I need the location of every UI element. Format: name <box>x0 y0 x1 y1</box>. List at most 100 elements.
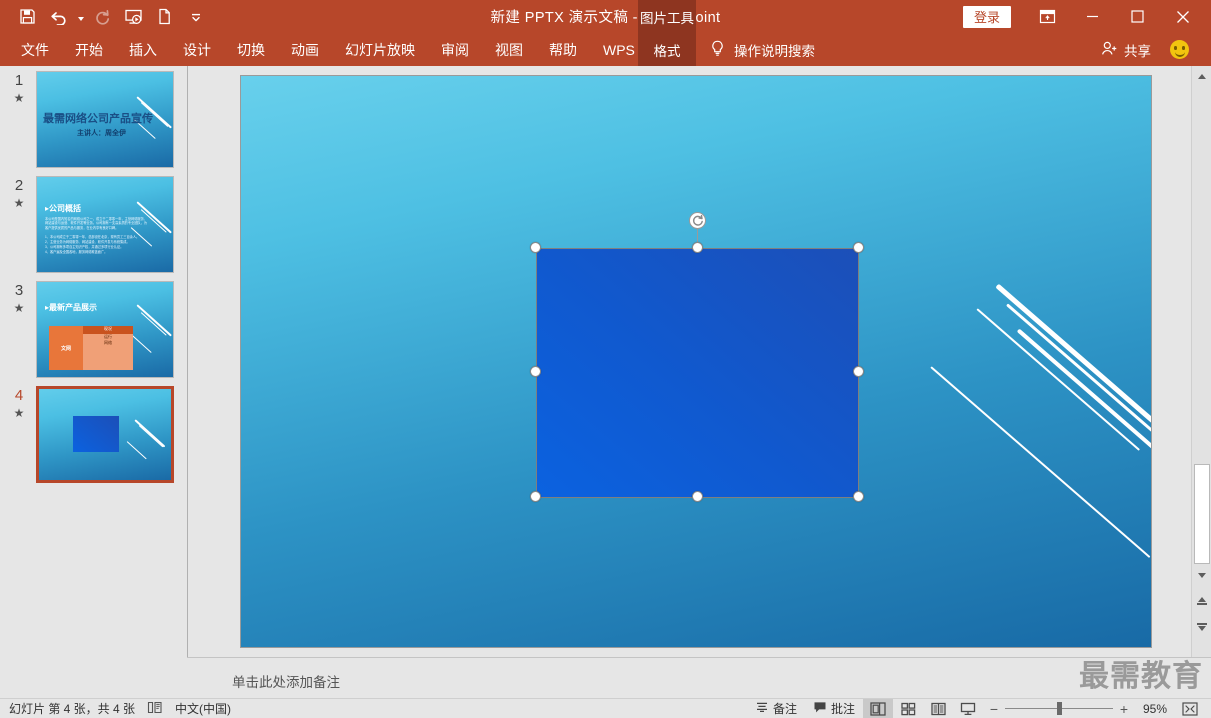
comment-icon <box>813 701 827 716</box>
notes-placeholder: 单击此处添加备注 <box>232 675 340 690</box>
thumbnail-table: 文网 现况 运行 网络 <box>49 326 133 370</box>
vertical-scrollbar[interactable] <box>1191 66 1211 657</box>
resize-handle-top-center[interactable] <box>692 242 703 253</box>
resize-handle-bottom-right[interactable] <box>853 491 864 502</box>
undo-icon[interactable] <box>43 3 74 30</box>
customize-qat-icon[interactable] <box>180 3 211 30</box>
current-slide[interactable] <box>240 75 1152 648</box>
thumbnail-image: ▸最新产品展示 文网 现况 运行 网络 <box>36 281 174 378</box>
zoom-control[interactable]: − + <box>983 699 1135 718</box>
resize-handle-bottom-left[interactable] <box>530 491 541 502</box>
table-header: 现况 <box>83 326 133 334</box>
contextual-tab-group-label: 图片工具 <box>638 0 696 33</box>
powerpoint-window: 新建 PPTX 演示文稿 - PowerPoint 登录 图片工具 文件 开始 … <box>0 0 1211 718</box>
thumbnail-image <box>36 386 174 483</box>
animation-star-icon: ★ <box>13 301 25 315</box>
thumbnail-title: 最需网络公司产品宣传 <box>43 113 153 125</box>
resize-handle-middle-right[interactable] <box>853 366 864 377</box>
scroll-up-button[interactable] <box>1193 67 1211 85</box>
scroll-down-button[interactable] <box>1193 566 1211 584</box>
status-right: 备注 批注 − + 95% <box>747 698 1205 718</box>
thumbnail-slide-2[interactable]: 2 ★ ▸公司概括 本公司是国内知名的网络公司之一，成立于二零零一年，主营网络服… <box>0 175 187 281</box>
thumbnail-number: 1 <box>14 72 24 89</box>
animation-star-icon: ★ <box>13 406 25 420</box>
tab-review[interactable]: 审阅 <box>428 33 482 66</box>
selected-picture[interactable] <box>536 248 859 498</box>
zoom-slider[interactable] <box>1005 699 1113 718</box>
slide-thumbnail-pane[interactable]: 1 ★ 最需网络公司产品宣传 主讲人：周全伊 2 ★ ▸公司概括 本公司是国内知… <box>0 66 187 657</box>
tab-file[interactable]: 文件 <box>8 33 62 66</box>
lightbulb-icon <box>710 40 725 60</box>
resize-handle-top-right[interactable] <box>853 242 864 253</box>
tab-picture-format[interactable]: 格式 <box>638 33 696 66</box>
title-bar: 新建 PPTX 演示文稿 - PowerPoint 登录 图片工具 <box>0 0 1211 33</box>
undo-dropdown-icon[interactable] <box>74 3 87 30</box>
reading-view-button[interactable] <box>923 699 953 718</box>
tab-design[interactable]: 设计 <box>170 33 224 66</box>
quick-access-toolbar <box>12 3 211 30</box>
thumbnail-bullets: 1、本公司成立于二零零一年，总部设在北京，现有员工三百余人。 2、主营业务为网络… <box>45 235 140 254</box>
language-label[interactable]: 中文(中国) <box>175 700 231 717</box>
thumbnail-number: 2 <box>14 177 24 194</box>
tell-me-search[interactable]: 操作说明搜索 <box>710 33 815 66</box>
share-person-icon <box>1101 41 1118 59</box>
next-slide-button[interactable] <box>1193 618 1211 636</box>
table-cell: 运行 网络 <box>83 334 133 370</box>
scrollbar-thumb[interactable] <box>1194 464 1210 564</box>
tab-insert[interactable]: 插入 <box>116 33 170 66</box>
fit-to-window-button[interactable] <box>1175 699 1205 718</box>
sign-in-button[interactable]: 登录 <box>962 5 1011 28</box>
maximize-icon[interactable] <box>1115 2 1160 31</box>
watermark-text: 最需教育 <box>1079 659 1203 694</box>
slide-sorter-view-button[interactable] <box>893 699 923 718</box>
thumbnail-slide-4[interactable]: 4 ★ <box>0 385 187 491</box>
redo-icon <box>87 3 118 30</box>
previous-slide-button[interactable] <box>1193 592 1211 610</box>
tab-transitions[interactable]: 切换 <box>224 33 278 66</box>
tab-slideshow[interactable]: 幻灯片放映 <box>332 33 428 66</box>
zoom-percentage[interactable]: 95% <box>1135 702 1175 716</box>
comments-label: 批注 <box>830 702 855 716</box>
thumbnail-slide-1[interactable]: 1 ★ 最需网络公司产品宣传 主讲人：周全伊 <box>0 70 187 176</box>
thumbnail-picture <box>73 416 119 452</box>
thumbnail-body: 本公司是国内知名的网络公司之一，成立于二零零一年，主营网络服务、网站建设与运营、… <box>45 217 147 230</box>
pane-divider[interactable] <box>187 66 188 657</box>
notes-pane[interactable]: 单击此处添加备注 最需教育 <box>187 657 1211 698</box>
tab-view[interactable]: 视图 <box>482 33 536 66</box>
share-button[interactable]: 共享 <box>1101 33 1151 66</box>
close-icon[interactable] <box>1160 2 1205 31</box>
resize-handle-bottom-center[interactable] <box>692 491 703 502</box>
animation-star-icon: ★ <box>13 91 25 105</box>
slideshow-view-button[interactable] <box>953 699 983 718</box>
zoom-in-button[interactable]: + <box>1113 699 1135 718</box>
normal-view-button[interactable] <box>863 698 893 718</box>
thumbnail-title: ▸最新产品展示 <box>45 303 98 312</box>
notes-label: 备注 <box>772 702 797 716</box>
resize-handle-top-left[interactable] <box>530 242 541 253</box>
save-icon[interactable] <box>12 3 43 30</box>
table-row-label: 文网 <box>60 345 71 352</box>
slide-count-label[interactable]: 幻灯片 第 4 张，共 4 张 <box>9 700 135 717</box>
ribbon-display-options-icon[interactable] <box>1025 2 1070 31</box>
feedback-smiley-icon[interactable] <box>1170 40 1189 59</box>
rotate-handle[interactable] <box>689 212 706 229</box>
resize-handle-middle-left[interactable] <box>530 366 541 377</box>
accessibility-icon[interactable] <box>147 701 163 717</box>
start-slideshow-icon[interactable] <box>118 3 149 30</box>
thumbnail-number: 3 <box>14 282 24 299</box>
notes-button[interactable]: 备注 <box>747 699 805 718</box>
tab-animations[interactable]: 动画 <box>278 33 332 66</box>
minimize-icon[interactable] <box>1070 2 1115 31</box>
zoom-out-button[interactable]: − <box>983 699 1005 718</box>
thumbnail-slide-3[interactable]: 3 ★ ▸最新产品展示 文网 现况 运行 网络 <box>0 280 187 386</box>
zoom-slider-thumb[interactable] <box>1057 702 1062 715</box>
thumbnail-number: 4 <box>14 387 24 404</box>
comments-button[interactable]: 批注 <box>805 699 863 718</box>
tab-home[interactable]: 开始 <box>62 33 116 66</box>
new-file-icon[interactable] <box>149 3 180 30</box>
thumbnail-subtitle: 主讲人：周全伊 <box>77 130 126 137</box>
animation-star-icon: ★ <box>13 196 25 210</box>
tab-help[interactable]: 帮助 <box>536 33 590 66</box>
thumbnail-image: ▸公司概括 本公司是国内知名的网络公司之一，成立于二零零一年，主营网络服务、网站… <box>36 176 174 273</box>
ribbon-tab-bar: 文件 开始 插入 设计 切换 动画 幻灯片放映 审阅 视图 帮助 WPS PDF… <box>0 33 1211 66</box>
